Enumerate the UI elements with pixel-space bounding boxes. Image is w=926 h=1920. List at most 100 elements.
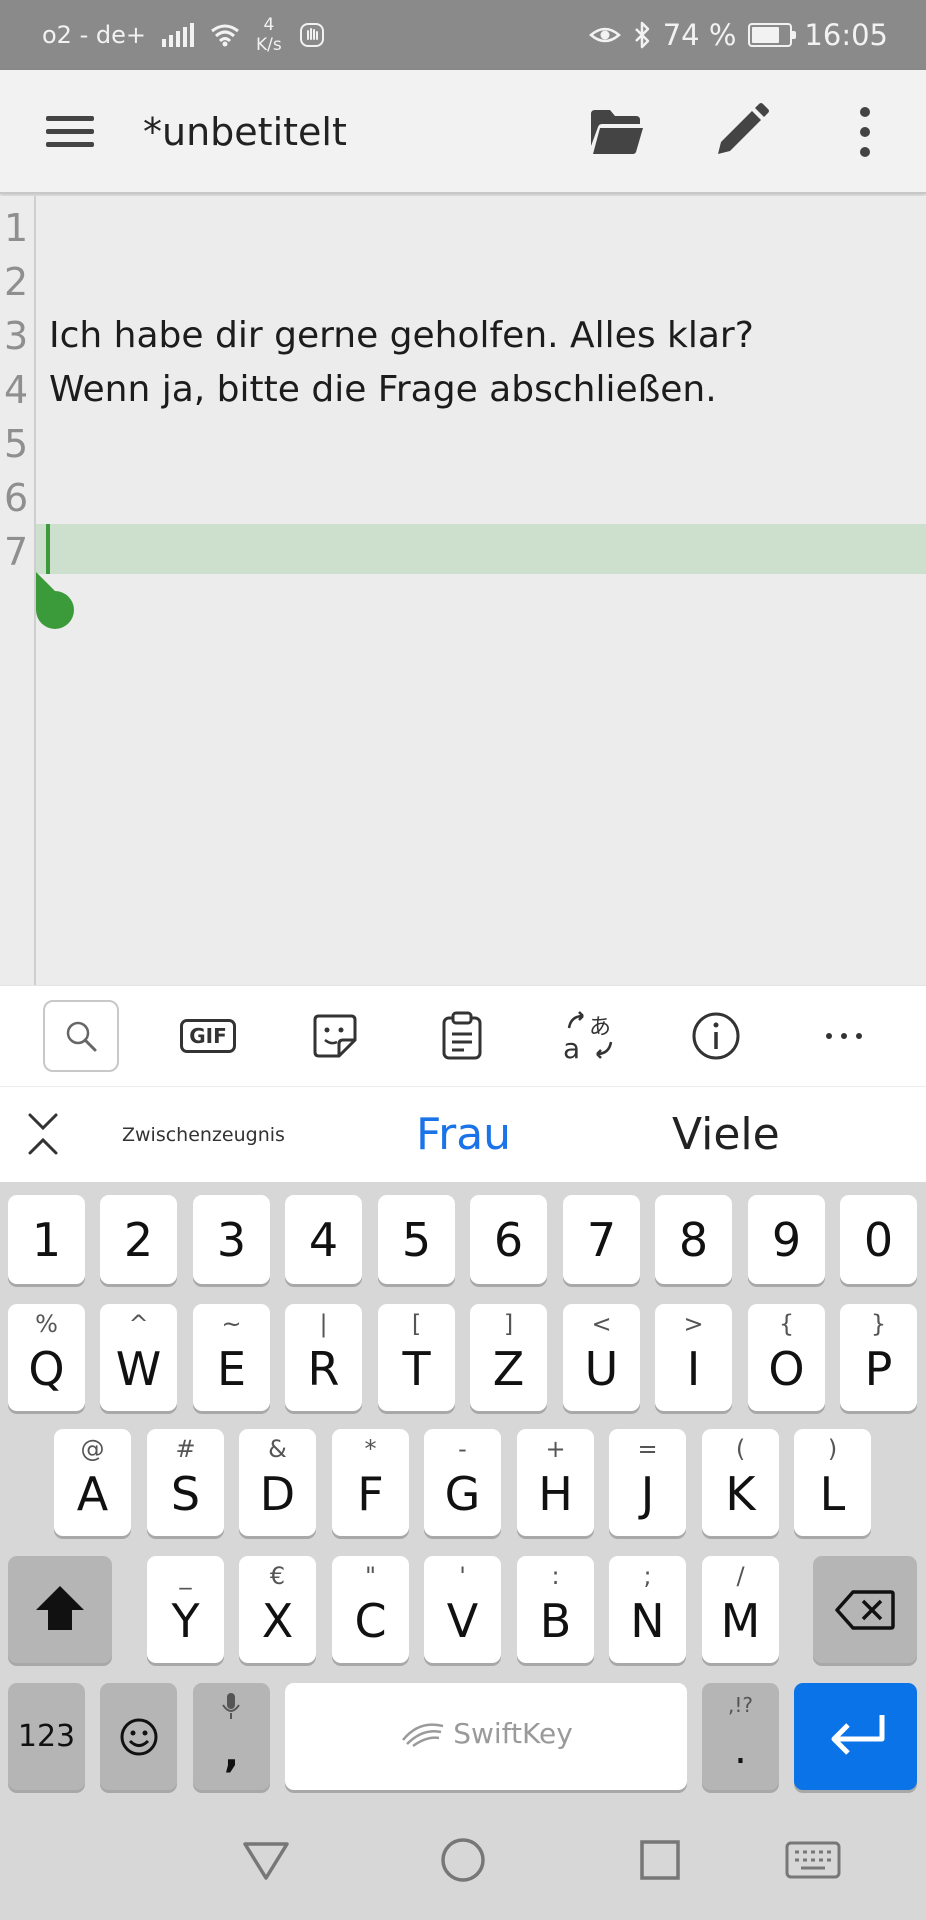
key-label: E <box>216 1342 247 1396</box>
key-secondary: ' <box>459 1562 466 1590</box>
numbers-key[interactable]: 123 <box>8 1683 85 1790</box>
key-5[interactable]: 5 <box>378 1195 455 1284</box>
key-secondary: + <box>545 1435 566 1463</box>
key-j[interactable]: = J <box>609 1429 686 1536</box>
key-x[interactable]: € X <box>239 1556 316 1663</box>
emoji-icon <box>120 1718 158 1756</box>
pencil-icon[interactable] <box>712 102 770 160</box>
battery-label: 74 % <box>662 18 737 52</box>
key-secondary: ( <box>735 1435 746 1463</box>
line-text[interactable]: Wenn ja, bitte die Frage abschließen. <box>49 363 717 417</box>
key-b[interactable]: :B <box>517 1556 594 1663</box>
key-y[interactable]: _ Y <box>147 1556 224 1663</box>
key-label: N <box>630 1594 665 1648</box>
key-w[interactable]: ^ W <box>100 1304 177 1411</box>
text-editor[interactable]: 1 2 3 Ich habe dir gerne geholfen. Alles… <box>0 196 926 985</box>
back-icon[interactable] <box>236 1830 296 1890</box>
keyboard-icon[interactable] <box>778 1830 848 1890</box>
key-label: 8 <box>678 1213 709 1267</box>
key-8[interactable]: 8 <box>655 1195 732 1284</box>
hand-icon <box>299 23 324 47</box>
key-n[interactable]: ; N <box>609 1556 686 1663</box>
enter-key[interactable] <box>794 1683 917 1790</box>
key-h[interactable]: + H <box>517 1429 594 1536</box>
editor-line[interactable]: 6 <box>0 471 926 525</box>
key-9[interactable]: 9 <box>748 1195 825 1284</box>
suggestion-left[interactable]: Zwischenzeugnis <box>122 1087 285 1183</box>
key-secondary: " <box>364 1562 377 1590</box>
bluetooth-icon <box>634 21 649 49</box>
line-text[interactable]: Ich habe dir gerne geholfen. Alles klar? <box>49 309 754 363</box>
editor-line[interactable]: 7 <box>0 525 926 579</box>
editor-line[interactable]: 5 <box>0 417 926 471</box>
key-i[interactable]: > I <box>655 1304 732 1411</box>
key-0[interactable]: 0 <box>840 1195 917 1284</box>
suggestion-right[interactable]: Viele <box>672 1087 780 1183</box>
line-number: 4 <box>4 368 29 412</box>
key-d[interactable]: & D <box>239 1429 316 1536</box>
key-7[interactable]: 7 <box>563 1195 640 1284</box>
collapse-icon[interactable] <box>26 1111 60 1157</box>
key-label: 7 <box>586 1213 617 1267</box>
key-label: V <box>446 1594 479 1648</box>
key-u[interactable]: < U <box>563 1304 640 1411</box>
svg-text:a: a <box>563 1032 580 1062</box>
key-z[interactable]: ] Z <box>470 1304 547 1411</box>
key-6[interactable]: 6 <box>470 1195 547 1284</box>
period-key[interactable]: ,!? . <box>702 1683 779 1790</box>
recents-icon[interactable] <box>630 1830 690 1890</box>
key-q[interactable]: % Q <box>8 1304 85 1411</box>
key-m[interactable]: / M <box>702 1556 779 1663</box>
key-f[interactable]: * F <box>332 1429 409 1536</box>
editor-line[interactable]: 2 <box>0 255 926 309</box>
more-icon[interactable] <box>806 1000 882 1072</box>
key-k[interactable]: (K <box>702 1429 779 1536</box>
key-o[interactable]: {O <box>748 1304 825 1411</box>
key-g[interactable]: -G <box>424 1429 501 1536</box>
key-t[interactable]: [T <box>378 1304 455 1411</box>
key-r[interactable]: | R <box>285 1304 362 1411</box>
shift-key[interactable] <box>8 1556 112 1663</box>
key-label: Q <box>28 1342 65 1396</box>
key-1[interactable]: 1 <box>8 1195 85 1284</box>
key-2[interactable]: 2 <box>100 1195 177 1284</box>
key-l[interactable]: ) L <box>794 1429 871 1536</box>
period-label: . <box>734 1727 747 1773</box>
home-icon[interactable] <box>433 1830 493 1890</box>
sticker-icon[interactable] <box>297 1000 373 1072</box>
editor-line[interactable]: 3 Ich habe dir gerne geholfen. Alles kla… <box>0 309 926 363</box>
key-p[interactable]: } P <box>840 1304 917 1411</box>
folder-icon[interactable] <box>588 106 646 158</box>
numbers-key-label: 123 <box>17 1719 76 1754</box>
key-label: P <box>864 1342 893 1396</box>
search-icon[interactable] <box>43 1000 119 1072</box>
overflow-menu-icon[interactable] <box>850 104 880 160</box>
key-e[interactable]: ~ E <box>193 1304 270 1411</box>
key-secondary: ) <box>827 1435 838 1463</box>
key-s[interactable]: # S <box>147 1429 224 1536</box>
space-key[interactable]: SwiftKey <box>285 1683 687 1790</box>
status-right: 74 % 16:05 <box>588 0 888 70</box>
editor-line[interactable]: 4 Wenn ja, bitte die Frage abschließen. <box>0 363 926 417</box>
line-number: 6 <box>4 476 29 520</box>
menu-icon[interactable] <box>46 114 96 150</box>
net-speed-unit: K/s <box>255 35 282 55</box>
backspace-key[interactable] <box>813 1556 917 1663</box>
key-c[interactable]: " C <box>332 1556 409 1663</box>
emoji-key[interactable] <box>100 1683 177 1790</box>
caret-handle[interactable] <box>34 570 76 632</box>
key-3[interactable]: 3 <box>193 1195 270 1284</box>
editor-line[interactable]: 1 <box>0 201 926 255</box>
translate-icon[interactable]: aあ <box>551 1000 627 1072</box>
info-icon[interactable] <box>678 1000 754 1072</box>
comma-key[interactable]: , <box>193 1683 270 1790</box>
gif-icon[interactable]: GIF <box>170 1000 246 1072</box>
suggestion-center[interactable]: Frau <box>416 1087 511 1183</box>
key-secondary: € <box>269 1562 286 1590</box>
key-label: 9 <box>771 1213 802 1267</box>
key-a[interactable]: @ A <box>54 1429 131 1536</box>
clipboard-icon[interactable] <box>424 1000 500 1072</box>
key-v[interactable]: ' V <box>424 1556 501 1663</box>
key-4[interactable]: 4 <box>285 1195 362 1284</box>
status-left: o2 - de+ 4 K/s <box>42 0 326 70</box>
